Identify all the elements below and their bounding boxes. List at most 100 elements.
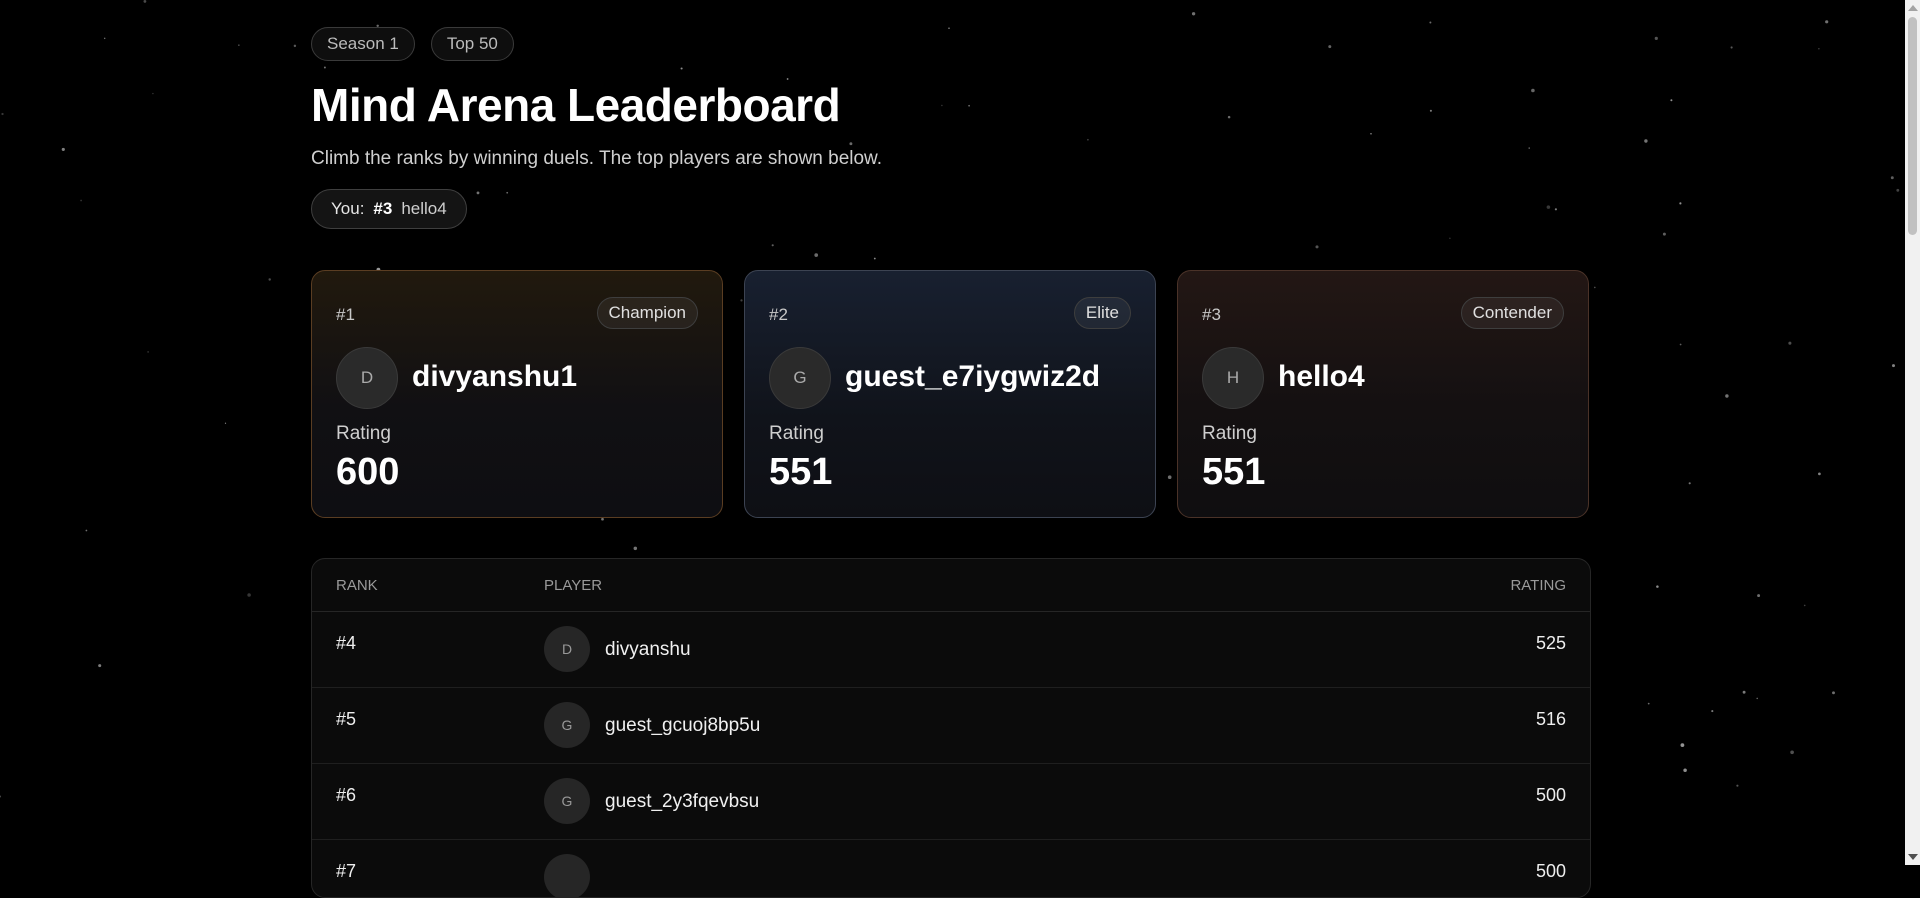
- table-row[interactable]: #7 500: [312, 840, 1590, 897]
- page-scrollbar[interactable]: [1905, 0, 1920, 865]
- tier-badge: Contender: [1460, 297, 1564, 329]
- podium-cards: #1 Champion D divyanshu1 Rating 600 #2 E…: [311, 270, 1589, 518]
- star: [238, 44, 240, 46]
- rating-value: 600: [336, 451, 400, 493]
- rank-column-header: RANK: [336, 577, 378, 594]
- star: [1688, 482, 1691, 485]
- star: [948, 27, 950, 30]
- table-row[interactable]: #5 G guest_gcuoj8bp5u 516: [312, 688, 1590, 764]
- row-rating: 500: [1535, 861, 1566, 881]
- podium-card-2[interactable]: #2 Elite G guest_e7iygwiz2d Rating 551: [744, 270, 1156, 518]
- star: [968, 104, 970, 107]
- star: [103, 37, 106, 40]
- star: [1790, 750, 1794, 755]
- season-chip[interactable]: Season 1: [311, 27, 415, 61]
- row-rating: 500: [1535, 785, 1566, 805]
- star: [1594, 286, 1596, 289]
- star: [1736, 784, 1739, 787]
- star: [1711, 710, 1714, 713]
- rating-label: Rating: [336, 423, 391, 444]
- star: [1683, 768, 1687, 773]
- star: [680, 67, 683, 70]
- podium-rank: #3: [1202, 305, 1221, 324]
- row-rank: #6: [336, 785, 357, 805]
- star: [1818, 48, 1820, 50]
- star: [1803, 604, 1806, 607]
- row-rank: #7: [336, 861, 357, 881]
- star: [1087, 138, 1089, 141]
- star: [1896, 188, 1900, 192]
- star: [224, 422, 227, 424]
- rating-label: Rating: [1202, 423, 1257, 444]
- star: [1680, 743, 1685, 747]
- row-player-name: guest_2y3fqevbsu: [605, 791, 760, 812]
- star: [814, 253, 819, 257]
- tier-badge: Champion: [596, 297, 698, 329]
- star: [85, 529, 88, 532]
- you-name: hello4: [401, 199, 447, 218]
- page-title: Mind Arena Leaderboard: [311, 79, 841, 131]
- tier-badge: Elite: [1073, 297, 1131, 329]
- you-label: You:: [331, 199, 365, 218]
- player-name: guest_e7iygwiz2d: [845, 360, 1101, 393]
- rating-column-header: RATING: [1510, 577, 1566, 594]
- star: [1679, 202, 1682, 205]
- star: [268, 278, 271, 281]
- star: [1546, 205, 1551, 209]
- star: [1554, 208, 1557, 211]
- scroll-up-arrow-icon[interactable]: [1908, 5, 1918, 11]
- podium-rank: #2: [769, 305, 788, 324]
- star: [1662, 232, 1666, 236]
- top-50-chip[interactable]: Top 50: [430, 27, 514, 61]
- star: [771, 244, 774, 247]
- star: [1742, 690, 1746, 694]
- player-name: hello4: [1278, 360, 1365, 393]
- row-rank: #5: [336, 709, 357, 729]
- star: [1670, 99, 1673, 102]
- podium-card-3[interactable]: #3 Contender H hello4 Rating 551: [1177, 270, 1589, 518]
- star: [476, 191, 480, 195]
- filter-chips: Season 1 Top 50: [311, 27, 514, 61]
- scrollbar-thumb[interactable]: [1908, 17, 1917, 235]
- star: [1328, 45, 1332, 49]
- row-player-name: divyanshu: [605, 639, 691, 660]
- star: [293, 44, 297, 48]
- star: [98, 664, 102, 668]
- star: [1656, 585, 1659, 588]
- star: [1892, 364, 1895, 368]
- leaderboard-table: RANK PLAYER RATING #4 D divyanshu 525 #5…: [311, 558, 1591, 898]
- star: [323, 66, 326, 69]
- avatar: G: [544, 778, 590, 824]
- star: [506, 191, 509, 194]
- table-row[interactable]: #4 D divyanshu 525: [312, 612, 1590, 688]
- star: [1730, 46, 1733, 49]
- star: [873, 257, 876, 260]
- table-row[interactable]: #6 G guest_2y3fqevbsu 500: [312, 764, 1590, 840]
- star: [147, 351, 149, 353]
- podium-card-1[interactable]: #1 Champion D divyanshu1 Rating 600: [311, 270, 723, 518]
- star: [1191, 12, 1196, 16]
- rating-label: Rating: [769, 423, 824, 444]
- star: [1531, 88, 1535, 93]
- star: [941, 104, 943, 107]
- star: [1429, 109, 1432, 112]
- star: [0, 795, 2, 798]
- star: [1825, 20, 1829, 24]
- star: [1315, 245, 1319, 249]
- star: [1647, 702, 1650, 705]
- star: [1, 112, 4, 116]
- avatar: [544, 854, 590, 897]
- star: [1429, 21, 1432, 24]
- star: [61, 147, 65, 151]
- row-rank: #4: [336, 633, 357, 653]
- row-rating: 516: [1535, 709, 1566, 729]
- avatar: G: [769, 347, 831, 409]
- star: [601, 517, 604, 521]
- star: [1725, 394, 1729, 398]
- star: [1818, 472, 1821, 476]
- star: [1788, 341, 1792, 345]
- star: [1227, 115, 1231, 119]
- current-user-pill[interactable]: You: #3 hello4: [311, 189, 467, 229]
- page-subtitle: Climb the ranks by winning duels. The to…: [311, 148, 883, 169]
- scroll-down-arrow-icon[interactable]: [1908, 854, 1918, 860]
